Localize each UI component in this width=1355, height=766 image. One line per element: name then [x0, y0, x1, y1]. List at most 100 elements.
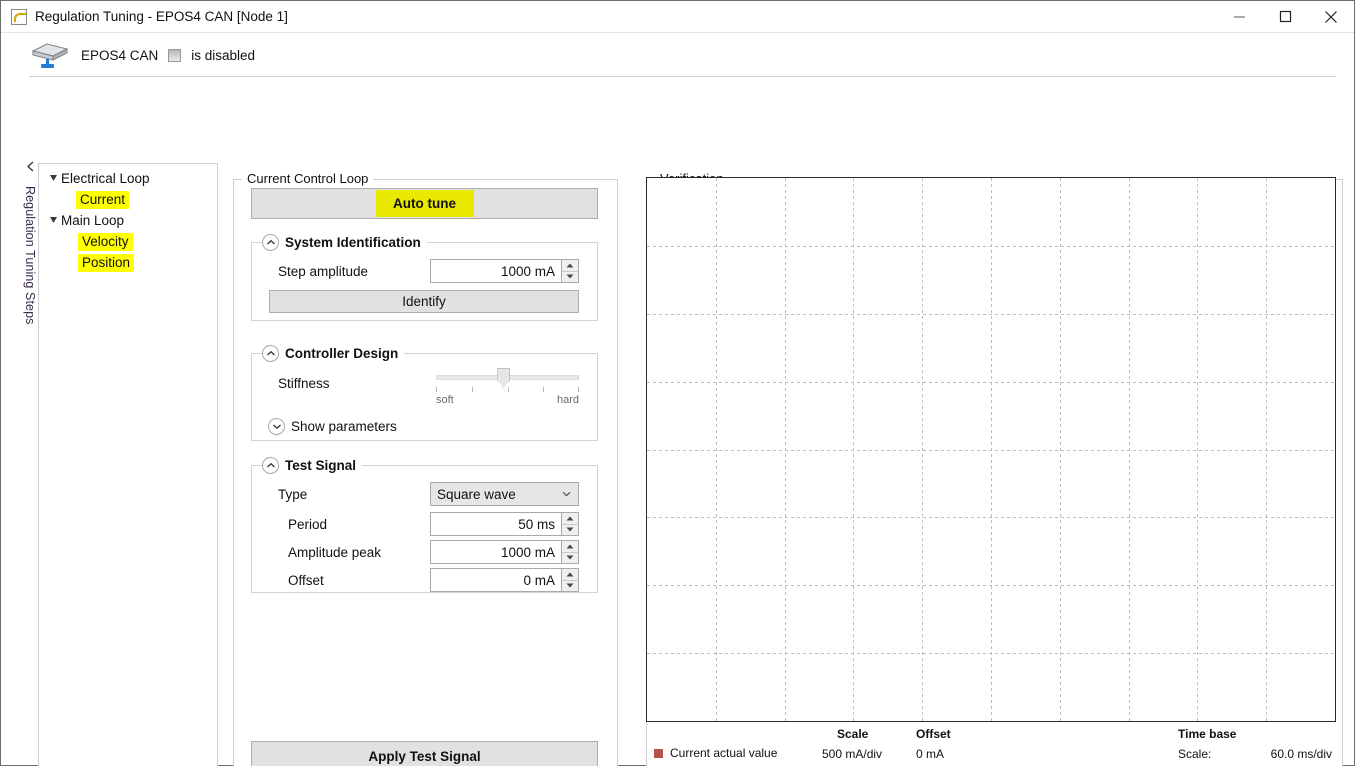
spinner-down-icon[interactable]	[562, 524, 578, 535]
plot-gridline-horizontal	[647, 382, 1335, 383]
close-icon[interactable]	[1308, 1, 1354, 32]
test-signal-type-value: Square wave	[437, 486, 516, 502]
tree-item-current[interactable]: Current	[39, 189, 217, 210]
plot-gridline-horizontal	[647, 517, 1335, 518]
title-bar: Regulation Tuning - EPOS4 CAN [Node 1]	[1, 1, 1354, 33]
device-name: EPOS4 CAN	[81, 47, 159, 63]
period-stepper[interactable]: 50 ms	[430, 512, 579, 536]
plot-gridline-horizontal	[647, 450, 1335, 451]
maximize-icon[interactable]	[1262, 1, 1308, 32]
legend-label-actual: Current actual value	[670, 746, 778, 760]
spinner-up-icon[interactable]	[562, 260, 578, 272]
status-led-off	[168, 48, 182, 62]
step-amplitude-spin-buttons[interactable]	[561, 260, 578, 282]
spinner-down-icon[interactable]	[562, 552, 578, 563]
test-signal-title: Test Signal	[285, 458, 357, 473]
legend-scale-header: Scale	[837, 727, 869, 741]
spinner-down-icon[interactable]	[562, 271, 578, 282]
step-amplitude-stepper[interactable]: 1000 mA	[430, 259, 579, 283]
stiffness-slider-ticks	[436, 387, 579, 393]
offset-value[interactable]: 0 mA	[431, 569, 561, 591]
device-status-text: is disabled	[191, 47, 256, 63]
show-parameters-label: Show parameters	[291, 419, 397, 434]
plot-gridline-horizontal	[647, 585, 1335, 586]
legend-timebase-header: Time base	[1178, 727, 1237, 741]
period-label: Period	[288, 517, 328, 532]
sidebar-vertical-label: Regulation Tuning Steps	[23, 186, 37, 325]
stiffness-slider[interactable]: soft hard	[436, 366, 579, 412]
current-control-loop-title: Current Control Loop	[242, 171, 374, 186]
spinner-up-icon[interactable]	[562, 513, 578, 525]
plot-gridline-horizontal	[647, 246, 1335, 247]
chevron-up-circle-icon[interactable]	[262, 234, 279, 251]
amplitude-peak-spin-buttons[interactable]	[561, 541, 578, 563]
chevron-down-icon[interactable]	[562, 483, 571, 505]
test-signal-section: Test Signal Type Square wave Period 50 m…	[251, 456, 598, 593]
verification-legend: Scale Offset Time base Current actual va…	[654, 727, 1334, 766]
legend-offset-header: Offset	[916, 727, 951, 741]
identify-button[interactable]: Identify	[269, 290, 579, 313]
step-amplitude-label: Step amplitude	[278, 264, 369, 279]
window-controls	[1216, 1, 1354, 32]
period-value[interactable]: 50 ms	[431, 513, 561, 535]
amplitude-peak-value[interactable]: 1000 mA	[431, 541, 561, 563]
tree-item-label: Position	[78, 253, 135, 272]
stiffness-soft-label: soft	[436, 394, 454, 406]
controller-design-header[interactable]: Controller Design	[262, 344, 405, 363]
chevron-up-circle-icon[interactable]	[262, 345, 279, 362]
chart-window-icon	[11, 8, 27, 25]
period-spin-buttons[interactable]	[561, 513, 578, 535]
spinner-down-icon[interactable]	[562, 580, 578, 591]
chevron-left-icon[interactable]	[25, 160, 36, 176]
device-bar: EPOS4 CAN is disabled	[1, 33, 1354, 77]
type-label: Type	[278, 487, 308, 502]
show-parameters-toggle[interactable]: Show parameters	[268, 418, 397, 435]
test-signal-header[interactable]: Test Signal	[262, 456, 363, 475]
apply-test-signal-button[interactable]: Apply Test Signal	[251, 741, 598, 766]
tree-item-label: Electrical Loop	[61, 171, 150, 186]
stiffness-hard-label: hard	[556, 394, 579, 406]
amplitude-peak-stepper[interactable]: 1000 mA	[430, 540, 579, 564]
minimize-icon[interactable]	[1216, 1, 1262, 32]
regulation-steps-tree: Electrical Loop Current Main Loop Veloci…	[38, 163, 218, 766]
controller-design-title: Controller Design	[285, 346, 399, 361]
tree-item-electrical-loop[interactable]: Electrical Loop	[39, 168, 217, 189]
tree-expand-arrow-icon[interactable]	[46, 216, 61, 225]
tree-item-velocity[interactable]: Velocity	[39, 231, 217, 252]
auto-tune-button[interactable]: Auto tune	[251, 188, 598, 219]
plot-gridline-horizontal	[647, 653, 1335, 654]
test-signal-type-select[interactable]: Square wave	[430, 482, 579, 506]
system-identification-header[interactable]: System Identification	[262, 233, 427, 252]
legend-row-actual: Current actual value	[654, 745, 777, 761]
apply-test-signal-label: Apply Test Signal	[368, 749, 481, 764]
amplitude-peak-label: Amplitude peak	[288, 545, 382, 560]
controller-design-section: Controller Design Stiffness soft hard Sh…	[251, 344, 598, 441]
tree-expand-arrow-icon[interactable]	[46, 174, 61, 183]
window-title: Regulation Tuning - EPOS4 CAN [Node 1]	[35, 9, 288, 24]
offset-label: Offset	[288, 573, 324, 588]
verification-plot[interactable]	[646, 177, 1336, 722]
offset-spin-buttons[interactable]	[561, 569, 578, 591]
tree-item-main-loop[interactable]: Main Loop	[39, 210, 217, 231]
stiffness-slider-thumb[interactable]	[497, 368, 511, 388]
chevron-down-circle-icon[interactable]	[268, 418, 285, 435]
tree-item-label: Current	[76, 190, 130, 209]
tree-item-position[interactable]: Position	[39, 252, 217, 273]
spinner-up-icon[interactable]	[562, 569, 578, 581]
system-identification-title: System Identification	[285, 235, 421, 250]
stiffness-label: Stiffness	[278, 376, 330, 391]
identify-label: Identify	[402, 294, 446, 309]
auto-tune-label: Auto tune	[393, 196, 456, 211]
system-identification-section: System Identification Step amplitude 100…	[251, 233, 598, 321]
body-area: Regulation Tuning Steps Electrical Loop …	[1, 77, 1354, 766]
step-amplitude-value[interactable]: 1000 mA	[431, 260, 561, 282]
offset-stepper[interactable]: 0 mA	[430, 568, 579, 592]
device-node-icon	[31, 43, 69, 68]
legend-offset-actual: 0 mA	[916, 747, 945, 761]
spinner-up-icon[interactable]	[562, 541, 578, 553]
tree-item-label: Velocity	[78, 232, 133, 251]
timebase-scale-value: 60.0 ms/div	[1270, 747, 1332, 761]
legend-scale-actual: 500 mA/div	[822, 747, 883, 761]
plot-gridline-horizontal	[647, 314, 1335, 315]
chevron-up-circle-icon[interactable]	[262, 457, 279, 474]
